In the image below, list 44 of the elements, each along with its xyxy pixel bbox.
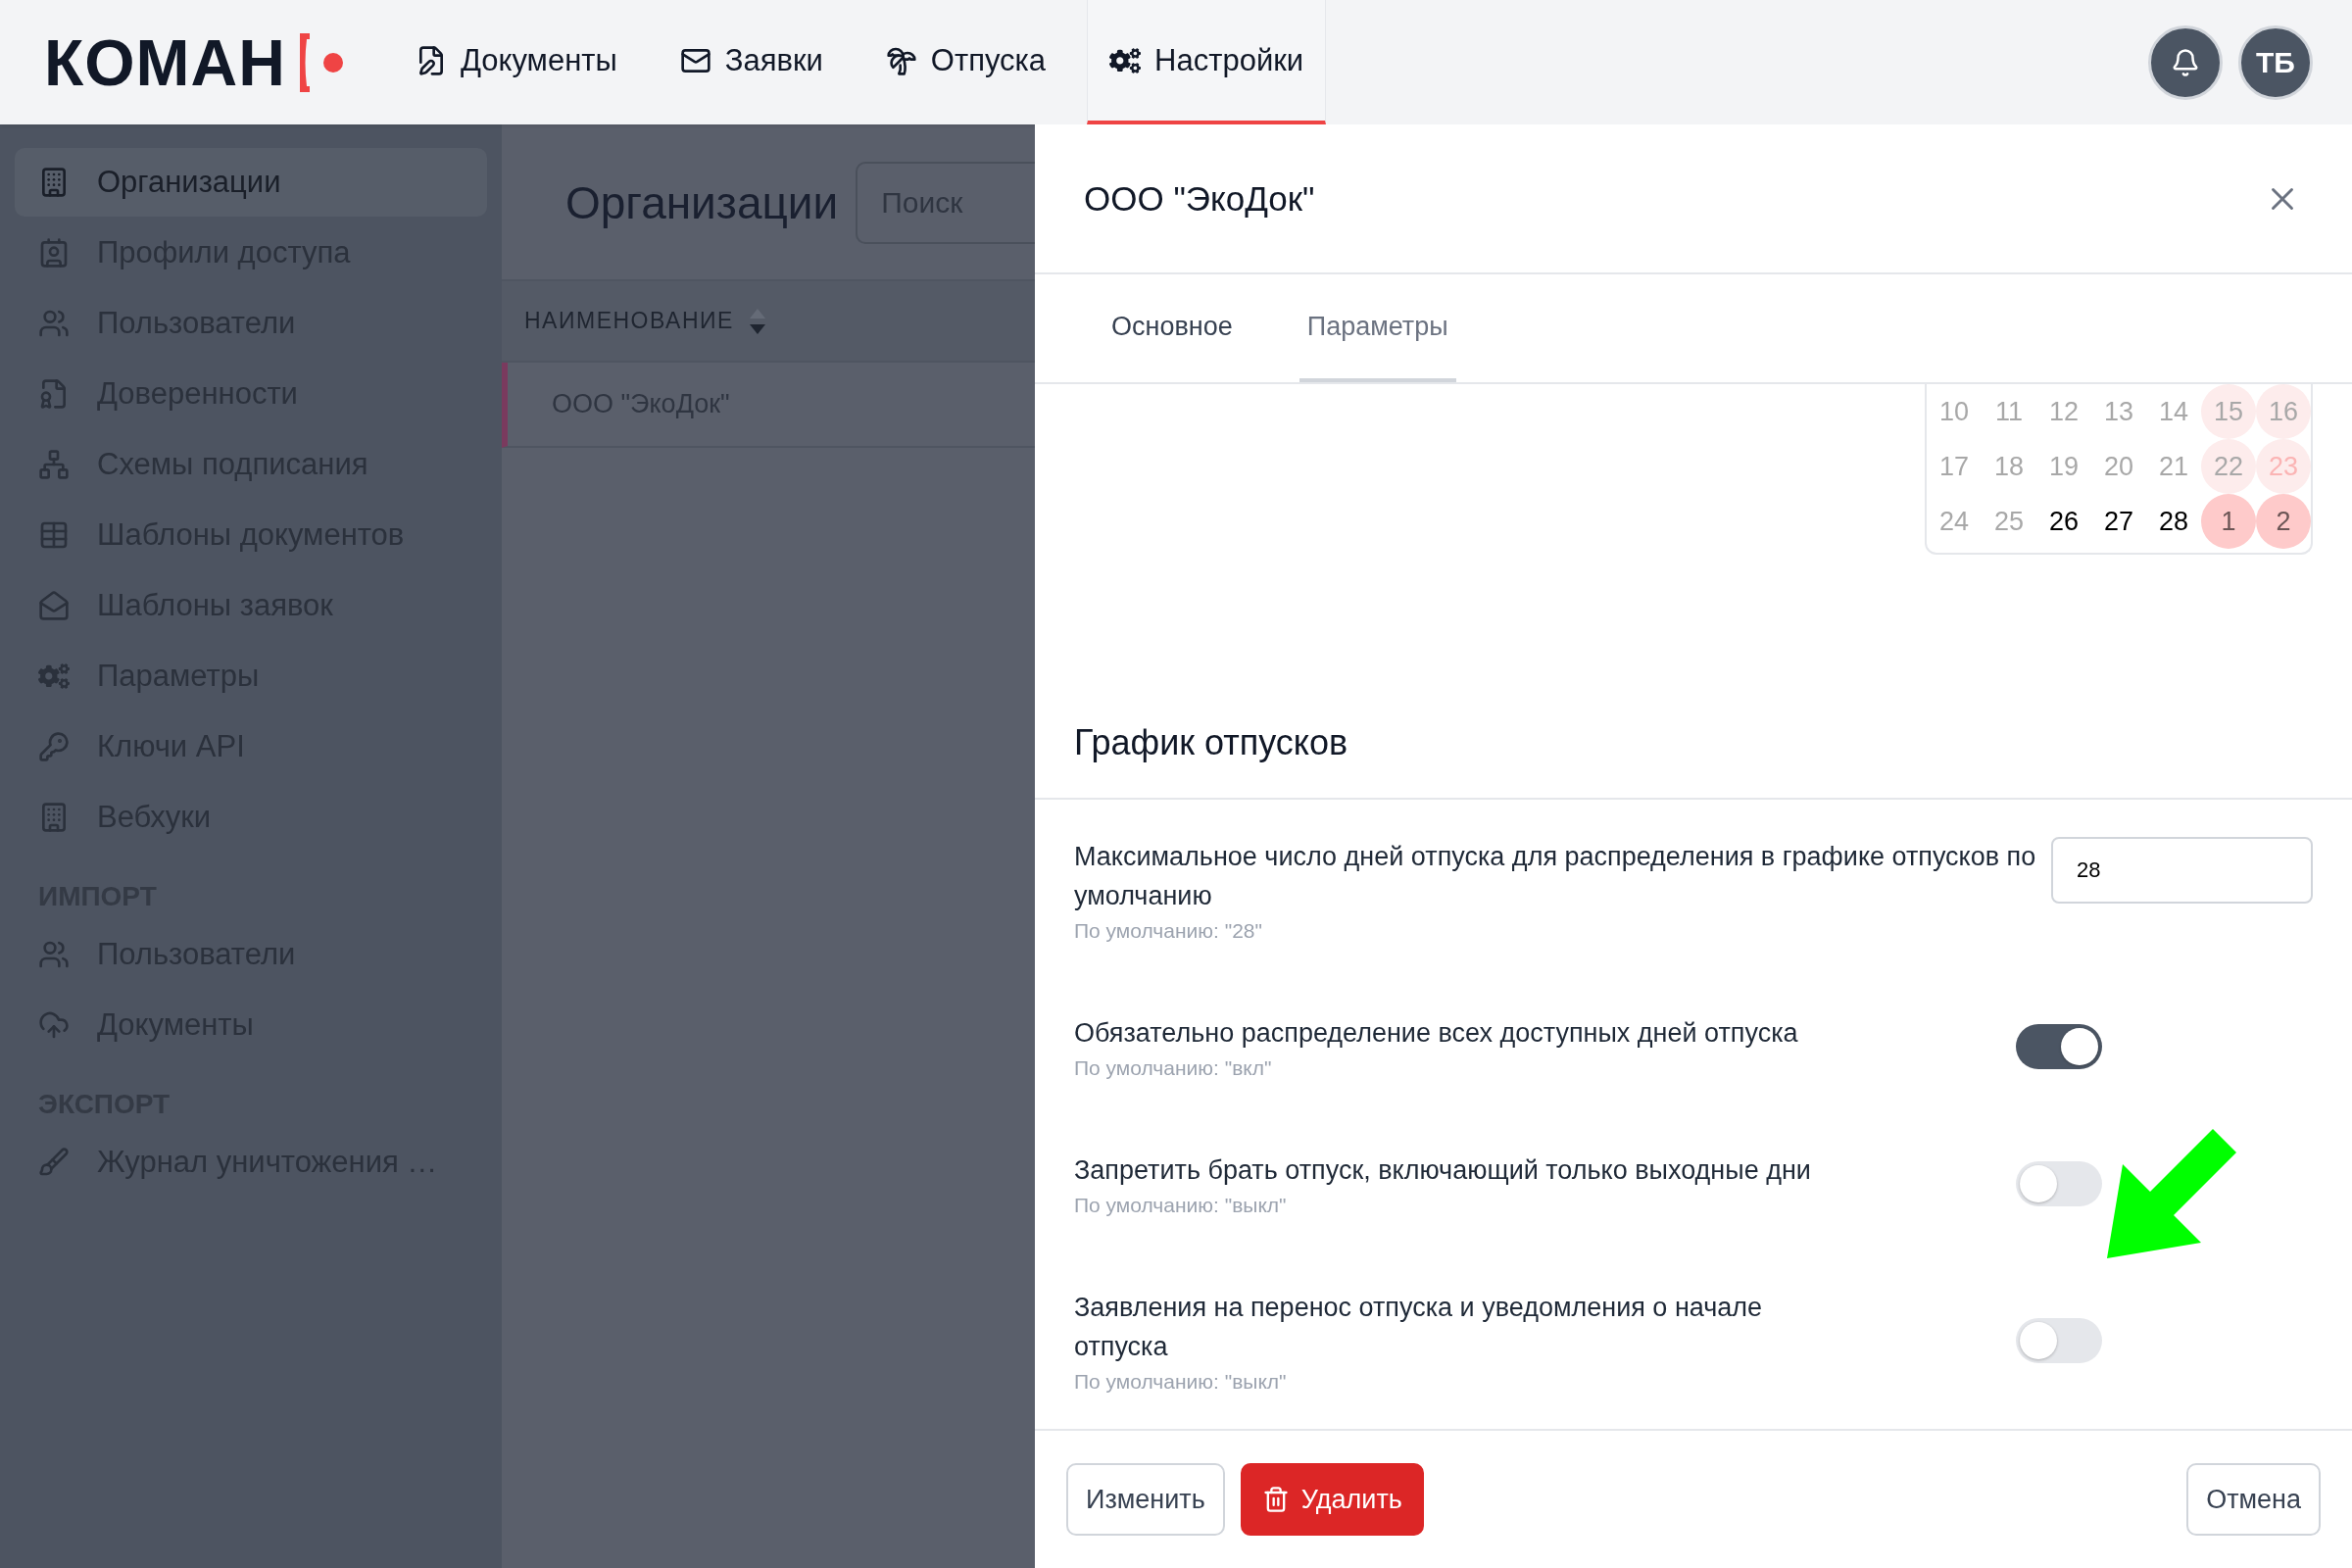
sidebar-item[interactable]: Организации xyxy=(15,148,487,217)
setting-label: Максимальное число дней отпуска для распределения в графике отпусков по умолчанию xyxy=(1074,841,2037,912)
setting-label: Запретить брать отпуск, включающий только выходные дни xyxy=(1074,1154,1812,1187)
gears-icon xyxy=(38,661,70,692)
page-title: Организации xyxy=(565,176,839,230)
id-card-icon xyxy=(38,237,70,269)
users-icon xyxy=(38,939,70,970)
number-field[interactable]: 28 xyxy=(2051,837,2313,904)
edit-button[interactable]: Изменить xyxy=(1066,1463,1225,1536)
trash-icon xyxy=(1261,1486,1290,1513)
setting-hint: По умолчанию: "28" xyxy=(1074,919,1263,943)
toggle-switch[interactable] xyxy=(2016,1161,2102,1206)
cancel-button[interactable]: Отмена xyxy=(2186,1463,2321,1536)
setting-hint: По умолчанию: "выкл" xyxy=(1074,1194,1288,1217)
drawer-title: ООО "ЭкоДок" xyxy=(1084,178,1315,219)
envelope-icon xyxy=(38,590,70,621)
users-icon xyxy=(38,308,70,339)
logo-text: КОМАН xyxy=(44,24,286,100)
nav-tab[interactable]: Отпуска xyxy=(863,0,1068,124)
nav-tab[interactable]: Заявки xyxy=(658,0,845,124)
setting-label: Заявления на перенос отпуска и уведомления о начале отпуска xyxy=(1074,1292,1764,1363)
delete-button[interactable]: Удалить xyxy=(1240,1463,1424,1536)
setting-hint: По умолчанию: "выкл" xyxy=(1074,1370,1288,1394)
calendar-day[interactable]: 27 xyxy=(2091,494,2146,549)
toggle-switch[interactable] xyxy=(2016,1318,2102,1363)
nav-tab[interactable]: Настройки xyxy=(1087,0,1327,124)
bell-icon xyxy=(2171,47,2200,77)
user-avatar[interactable]: ТБ xyxy=(2238,24,2313,100)
section-title: График отпусков xyxy=(1035,687,2352,800)
tab[interactable]: Основное xyxy=(1103,274,1241,382)
calendar-day[interactable]: 28 xyxy=(2146,494,2201,549)
cloud-upload-icon xyxy=(38,1009,70,1041)
setting-hint: По умолчанию: "вкл" xyxy=(1074,1056,1273,1080)
calendar-day[interactable]: 1 xyxy=(2201,494,2256,549)
calendar-day[interactable]: 2 xyxy=(2256,494,2311,549)
tab[interactable]: Параметры xyxy=(1298,274,1456,382)
brush-icon xyxy=(38,1147,70,1178)
toggle-switch[interactable] xyxy=(2016,1024,2102,1069)
key-icon xyxy=(38,731,70,762)
setting-label: Обязательно распределение всех доступных дней отпуска xyxy=(1074,1017,1799,1050)
nav-tab[interactable]: Документы xyxy=(393,0,639,124)
table-icon xyxy=(38,519,70,551)
calendar-day[interactable]: 26 xyxy=(2036,494,2091,549)
network-icon xyxy=(38,449,70,480)
